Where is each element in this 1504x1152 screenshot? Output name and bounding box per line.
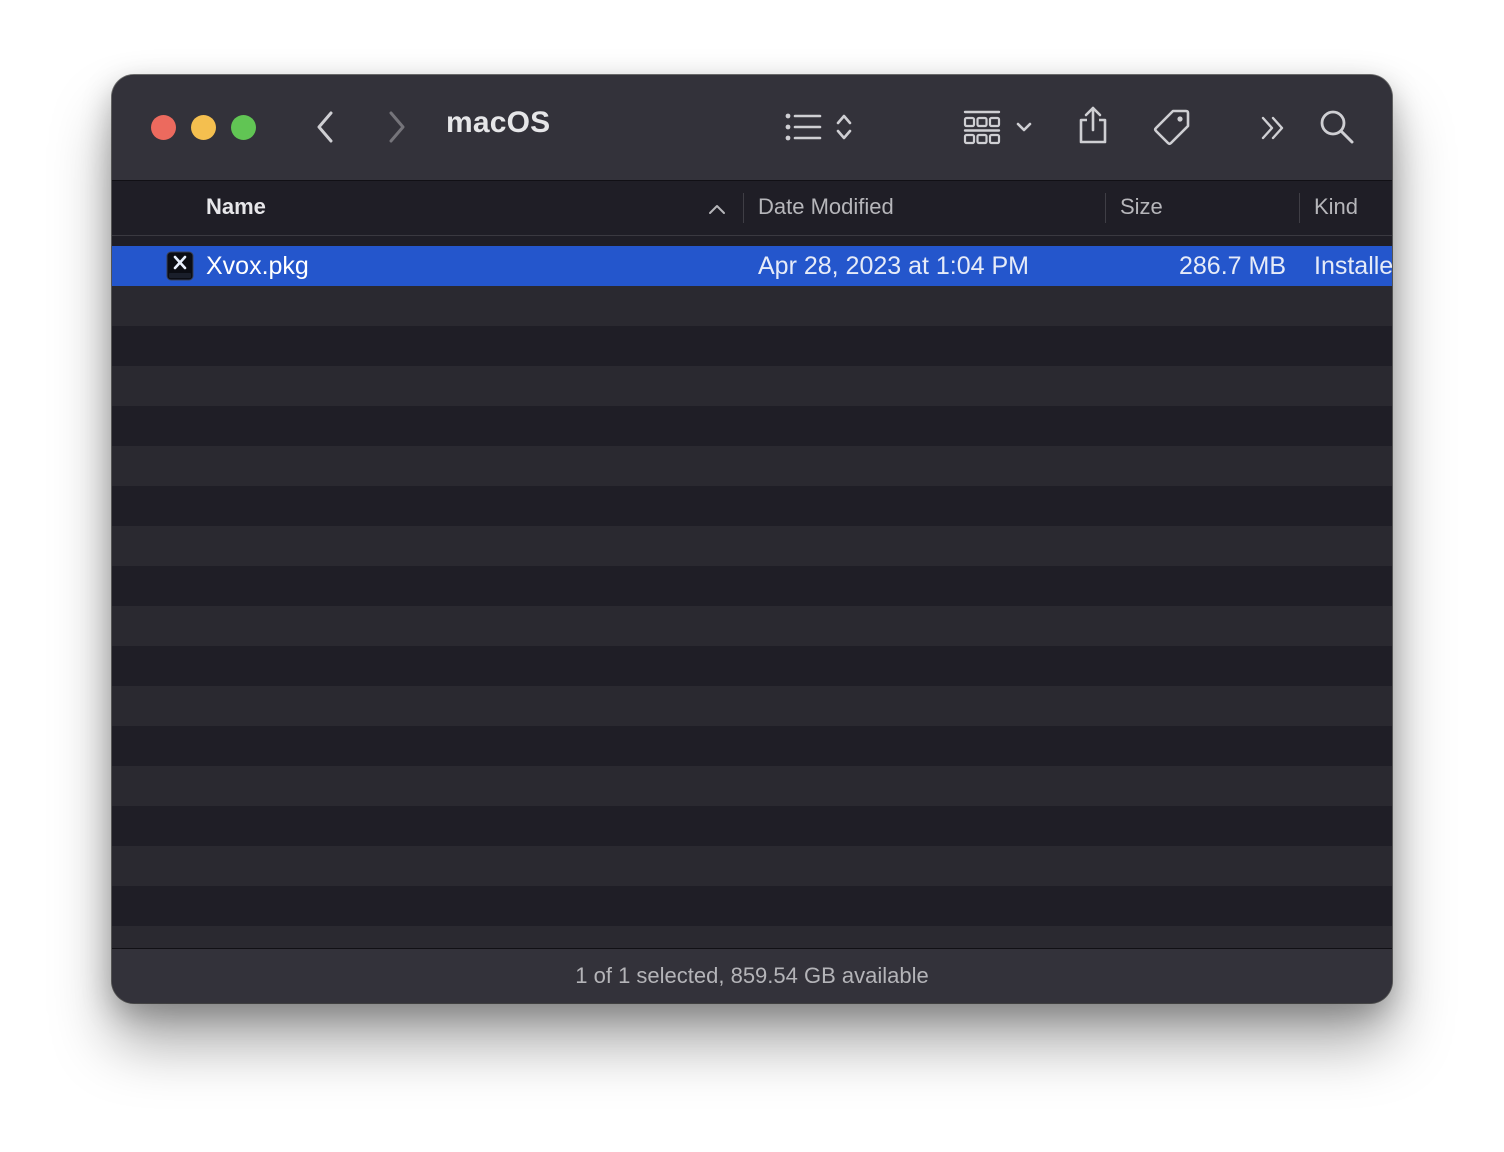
back-chevron-icon[interactable]: [310, 109, 340, 145]
share-icon[interactable]: [1076, 104, 1110, 146]
empty-row: [112, 806, 1392, 846]
package-icon: [166, 251, 194, 281]
forward-chevron-icon[interactable]: [382, 109, 412, 145]
empty-row: [112, 406, 1392, 446]
file-size: 286.7 MB: [1178, 252, 1286, 280]
column-divider[interactable]: [1299, 193, 1300, 223]
file-kind: Installer package: [1314, 252, 1392, 280]
sort-ascending-icon[interactable]: [708, 202, 726, 220]
empty-row: [112, 526, 1392, 566]
empty-row: [112, 566, 1392, 606]
zoom-button[interactable]: [231, 115, 256, 140]
column-name-header[interactable]: Name: [206, 181, 266, 235]
column-date-header[interactable]: Date Modified: [758, 181, 894, 235]
column-divider[interactable]: [743, 193, 744, 223]
empty-row: [112, 366, 1392, 406]
empty-row: [112, 926, 1392, 948]
search-icon[interactable]: [1318, 108, 1356, 146]
file-row-selected[interactable]: Xvox.pkg Apr 28, 2023 at 1:04 PM 286.7 M…: [112, 246, 1392, 286]
more-chevrons-icon[interactable]: [1258, 113, 1290, 143]
empty-row: [112, 646, 1392, 686]
empty-row: [112, 286, 1392, 326]
column-header: Name Date Modified Size Kind: [112, 181, 1392, 236]
file-name: Xvox.pkg: [206, 252, 309, 280]
sort-updown-icon[interactable]: [834, 111, 854, 143]
file-date-modified: Apr 28, 2023 at 1:04 PM: [758, 252, 1030, 280]
empty-row: [112, 446, 1392, 486]
grid-group-icon[interactable]: [962, 108, 1002, 146]
toolbar: macOS: [112, 75, 1392, 181]
empty-row: [112, 486, 1392, 526]
chevron-down-icon[interactable]: [1014, 119, 1034, 135]
empty-row: [112, 766, 1392, 806]
tag-icon[interactable]: [1150, 106, 1192, 148]
finder-window: macOS Name Date Modified Size Kind Xvox.…: [112, 75, 1392, 1003]
empty-row: [112, 606, 1392, 646]
status-bar: 1 of 1 selected, 859.54 GB available: [112, 948, 1392, 1003]
empty-row: [112, 886, 1392, 926]
window-title: macOS: [446, 106, 551, 139]
column-kind-header[interactable]: Kind: [1314, 181, 1358, 235]
close-button[interactable]: [151, 115, 176, 140]
empty-row: [112, 726, 1392, 766]
column-divider[interactable]: [1105, 193, 1106, 223]
status-text: 1 of 1 selected, 859.54 GB available: [575, 963, 929, 988]
list-view-icon[interactable]: [784, 111, 824, 143]
empty-row: [112, 846, 1392, 886]
file-list: Xvox.pkg Apr 28, 2023 at 1:04 PM 286.7 M…: [112, 246, 1392, 948]
column-size-header[interactable]: Size: [1120, 181, 1163, 235]
empty-row: [112, 326, 1392, 366]
minimize-button[interactable]: [191, 115, 216, 140]
empty-row: [112, 686, 1392, 726]
